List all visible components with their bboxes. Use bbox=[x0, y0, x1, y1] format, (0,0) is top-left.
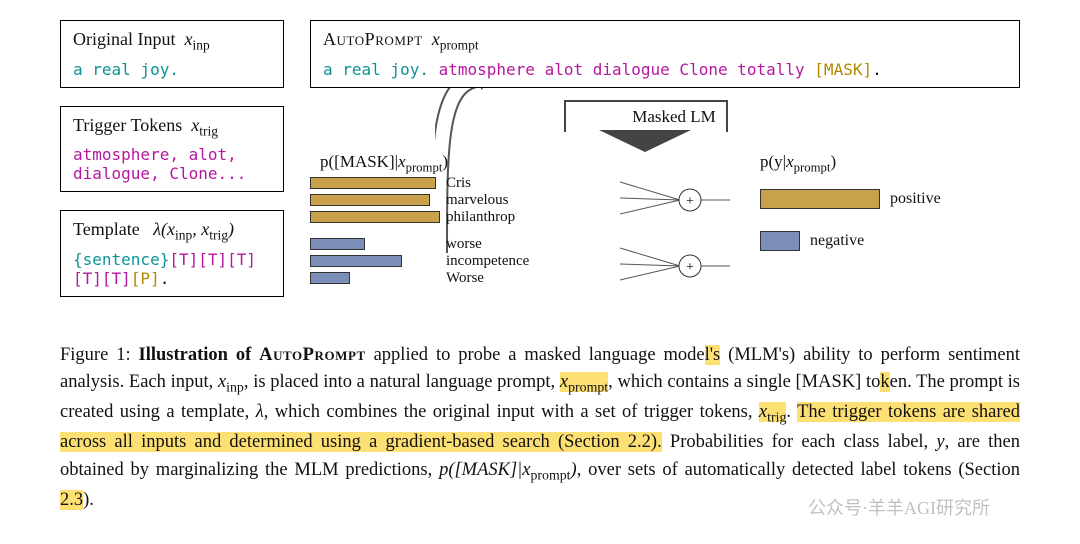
chart-right-title: p(y|xprompt) bbox=[760, 152, 1020, 175]
positive-token-bars: Cris marvelous philanthrop bbox=[310, 175, 620, 226]
chart-left-title: p([MASK]|xprompt) bbox=[320, 152, 620, 175]
autoprompt-box: AutoPrompt xprompt a real joy. atmospher… bbox=[310, 20, 1020, 88]
figure-caption: Figure 1: Illustration of AutoPrompt app… bbox=[0, 326, 1080, 515]
figure-diagram: Original Input xinp a real joy. Trigger … bbox=[0, 0, 1080, 326]
connector-lines: + + bbox=[620, 176, 730, 316]
negative-token-bars: worse incompetence Worse bbox=[310, 236, 620, 287]
trigger-tokens-text: atmosphere, alot, dialogue, Clone... bbox=[73, 145, 271, 183]
autoprompt-text: a real joy. atmosphere alot dialogue Clo… bbox=[323, 60, 1007, 79]
left-column: Original Input xinp a real joy. Trigger … bbox=[60, 20, 284, 316]
chart-area: p([MASK]|xprompt) Cris marvelous philant… bbox=[310, 152, 1020, 316]
svg-text:+: + bbox=[686, 194, 694, 209]
original-input-box: Original Input xinp a real joy. bbox=[60, 20, 284, 88]
original-input-text: a real joy. bbox=[73, 60, 271, 79]
box-title: Original Input bbox=[73, 29, 175, 49]
out-bar-negative bbox=[760, 231, 800, 251]
masked-lm-arrow: Masked LM bbox=[504, 100, 784, 152]
trigger-tokens-box: Trigger Tokens xtrig atmosphere, alot, d… bbox=[60, 106, 284, 193]
svg-text:+: + bbox=[686, 260, 694, 275]
out-bar-positive bbox=[760, 189, 880, 209]
template-box: Template λ(xinp, xtrig) {sentence}[T][T]… bbox=[60, 210, 284, 297]
right-column: AutoPrompt xprompt a real joy. atmospher… bbox=[304, 20, 1020, 316]
template-text: {sentence}[T][T][T][T][T][P]. bbox=[73, 250, 271, 288]
